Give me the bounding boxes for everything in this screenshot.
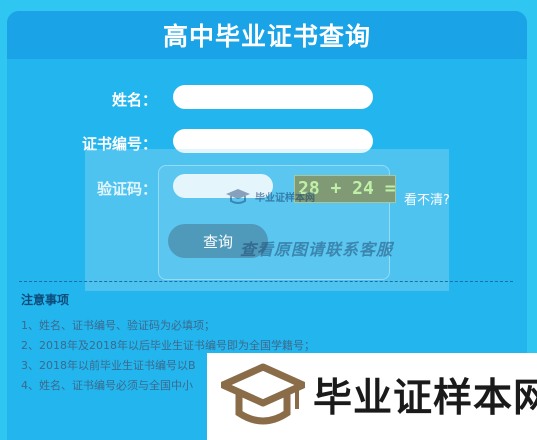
name-input[interactable] — [173, 85, 373, 109]
watermark-contact-text: 查看原图请联系客服 — [240, 240, 394, 259]
graduation-cap-icon — [221, 363, 305, 425]
watermark-logo: 毕业证样本网 — [225, 187, 315, 205]
note-item: 1、姓名、证书编号、验证码为必填项； — [21, 319, 215, 332]
notes-title: 注意事项 — [21, 293, 70, 307]
refresh-captcha-link[interactable]: 看不清? — [404, 189, 450, 208]
watermark-banner: 毕业证样本网 — [207, 353, 537, 440]
note-item: 2、2018年及2018年以后毕业生证书编号即为全国学籍号； — [21, 339, 315, 352]
name-label: 姓名： — [111, 91, 157, 109]
panel-header: 高中毕业证书查询 — [7, 11, 527, 59]
note-item: 3、2018年以前毕业生证书编号以B — [21, 359, 196, 372]
note-item: 4、姓名、证书编号必须与全国中小 — [21, 379, 193, 392]
graduation-cap-icon — [226, 189, 250, 204]
page-title: 高中毕业证书查询 — [162, 22, 371, 51]
watermark-small-text: 毕业证样本网 — [255, 192, 315, 204]
banner-text: 毕业证样本网 — [313, 376, 537, 421]
divider — [19, 281, 513, 282]
